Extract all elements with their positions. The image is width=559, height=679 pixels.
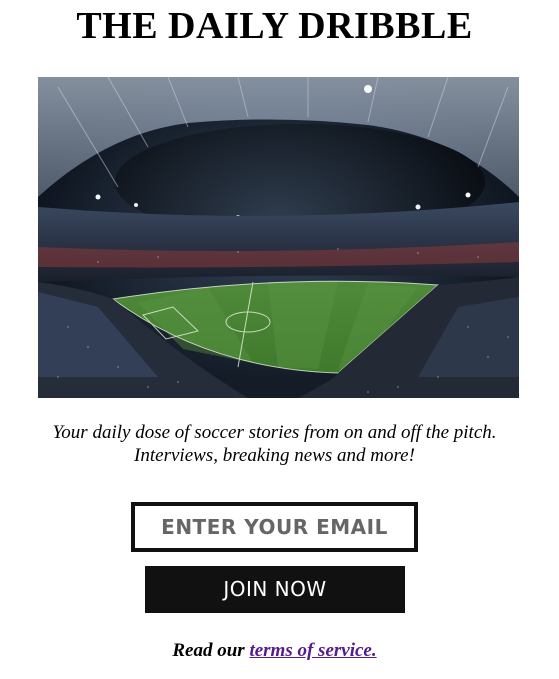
email-field-frame [131,502,418,552]
email-field[interactable] [135,506,414,548]
tagline-line-2: Interviews, breaking news and more! [134,445,415,466]
tagline-line-1: Your daily dose of soccer stories from o… [52,422,497,443]
site-title: THE DAILY DRIBBLE [76,5,473,47]
terms-of-service-link[interactable]: terms of service. [249,640,376,661]
join-now-button[interactable]: JOIN NOW [145,566,405,613]
tagline: Your daily dose of soccer stories from o… [0,421,549,467]
stadium-photo [38,77,519,398]
terms-prefix: Read our [172,640,245,661]
terms-notice: Read our terms of service. [0,639,549,663]
